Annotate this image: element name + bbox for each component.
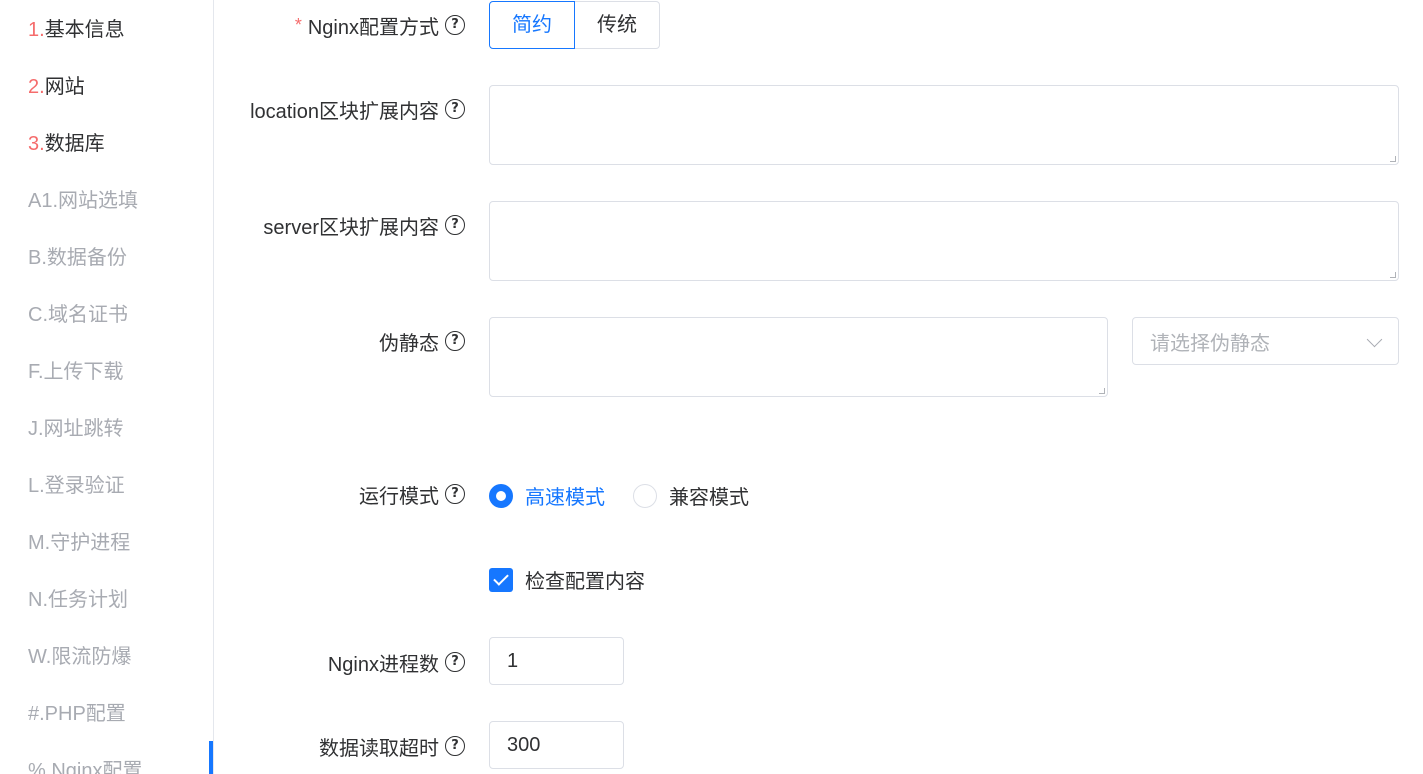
sidebar-item-cron[interactable]: N.任务计划 [28, 586, 128, 614]
run-mode-compat-radio[interactable]: 兼容模式 [633, 481, 749, 510]
location-ext-textarea[interactable] [489, 85, 1399, 165]
sidebar-nav: 1.基本信息 2.网站 3.数据库 A1.网站选填 B.数据备份 C.域名证书 … [0, 0, 214, 774]
sidebar-item-rate-limit[interactable]: W.限流防爆 [28, 643, 131, 671]
sidebar-item-upload-download[interactable]: F.上传下载 [28, 358, 124, 386]
sidebar-item-website[interactable]: 2.网站 [28, 73, 85, 101]
run-mode-fast-radio[interactable]: 高速模式 [489, 481, 605, 510]
rewrite-select[interactable]: 请选择伪静态 [1132, 317, 1399, 365]
read-timeout-input[interactable]: 300 [489, 721, 624, 769]
sidebar-item-url-redirect[interactable]: J.网址跳转 [28, 415, 124, 443]
active-indicator [209, 741, 213, 774]
check-config-checkbox[interactable]: 检查配置内容 [489, 565, 645, 594]
server-ext-label: server区块扩展内容 ? [263, 211, 465, 239]
location-ext-label: location区块扩展内容 ? [250, 95, 465, 123]
sidebar-item-domain-cert[interactable]: C.域名证书 [28, 301, 128, 329]
config-mode-segmented: 简约 传统 [489, 1, 660, 49]
worker-processes-input[interactable]: 1 [489, 637, 624, 685]
sidebar-item-site-optional[interactable]: A1.网站选填 [28, 187, 138, 215]
read-timeout-label: 数据读取超时 ? [319, 732, 465, 760]
server-ext-textarea[interactable] [489, 201, 1399, 281]
sidebar-item-basic-info[interactable]: 1.基本信息 [28, 16, 125, 44]
rewrite-textarea[interactable] [489, 317, 1108, 397]
sidebar-item-daemon[interactable]: M.守护进程 [28, 529, 130, 557]
question-circle-icon[interactable]: ? [445, 215, 465, 235]
sidebar-item-login-auth[interactable]: L.登录验证 [28, 472, 125, 500]
chevron-down-icon [1366, 331, 1383, 348]
radio-unchecked-icon [633, 483, 657, 508]
question-circle-icon[interactable]: ? [445, 652, 465, 672]
checkmark-icon [489, 567, 513, 592]
config-mode-label: * Nginx配置方式 ? [295, 11, 465, 39]
question-circle-icon[interactable]: ? [445, 484, 465, 504]
question-circle-icon[interactable]: ? [445, 736, 465, 756]
question-circle-icon[interactable]: ? [445, 99, 465, 119]
config-mode-traditional-button[interactable]: 传统 [575, 1, 660, 49]
run-mode-label: 运行模式 ? [359, 480, 465, 508]
sidebar-item-data-backup[interactable]: B.数据备份 [28, 244, 127, 272]
rewrite-label: 伪静态 ? [379, 327, 465, 355]
config-mode-simple-button[interactable]: 简约 [489, 1, 575, 49]
worker-processes-label: Nginx进程数 ? [328, 648, 465, 676]
question-circle-icon[interactable]: ? [445, 331, 465, 351]
sidebar-item-nginx-config[interactable]: %.Nginx配置 [28, 757, 142, 774]
sidebar-item-database[interactable]: 3.数据库 [28, 130, 105, 158]
rewrite-select-placeholder: 请选择伪静态 [1150, 332, 1270, 355]
sidebar-item-php-config[interactable]: #.PHP配置 [28, 700, 126, 728]
question-circle-icon[interactable]: ? [445, 15, 465, 35]
radio-checked-icon [489, 483, 513, 508]
